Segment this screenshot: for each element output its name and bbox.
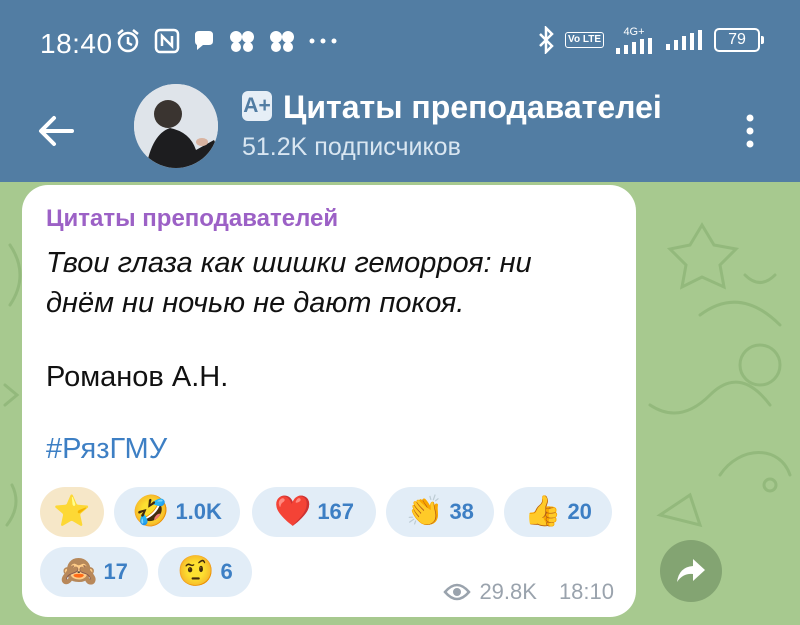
battery-indicator: 79 [714, 28, 764, 52]
eye-icon [443, 583, 472, 601]
see-no-evil-icon: 🙈 [60, 554, 98, 589]
channel-badge-icon: A+ [242, 91, 272, 121]
reaction-count: 38 [449, 499, 474, 524]
signal-icon-2 [666, 30, 702, 50]
thumbs-up-icon: 👍 [524, 494, 562, 529]
network-type-label: 4G+ [623, 25, 645, 38]
arrow-left-icon [39, 116, 74, 146]
channel-title[interactable]: Цитаты преподавателеі [283, 85, 705, 129]
back-button[interactable] [30, 105, 82, 157]
reaction-star[interactable]: ⭐ [40, 487, 104, 537]
heart-icon: ❤️ [273, 494, 312, 529]
more-notifications-icon [309, 38, 337, 44]
hashtag-link[interactable]: #РязГМУ [46, 433, 167, 466]
rofl-icon: 🤣 [132, 494, 170, 529]
chat-bubble-icon [195, 31, 213, 50]
message-author[interactable]: Цитаты преподавателей [46, 205, 338, 233]
status-time: 18:40 [40, 28, 113, 59]
subscriber-count: 51.2K подписчиков [242, 133, 461, 161]
message-meta: 29.8K 18:10 [443, 579, 614, 605]
reaction-clap[interactable]: 👏 38 [386, 487, 494, 537]
reaction-raised-eyebrow[interactable]: 🤨 6 [158, 547, 252, 597]
quote-line: днём ни ночью не дают покоя. [46, 287, 465, 319]
more-menu-button[interactable] [730, 105, 770, 157]
alarm-icon [117, 29, 139, 53]
share-arrow-icon [677, 559, 705, 582]
quote-signature: Романов А.Н. [46, 361, 229, 393]
star-icon: ⭐ [53, 494, 91, 529]
notification-icons [114, 27, 338, 55]
app-bubbles-icon-2 [270, 31, 294, 52]
reaction-count: 1.0K [175, 499, 222, 524]
kebab-menu-icon [746, 114, 754, 148]
reaction-count: 6 [220, 559, 233, 584]
reaction-count: 20 [567, 499, 592, 524]
chat-header: A+ Цитаты преподавателеі 51.2K подписчик… [0, 84, 800, 182]
nfc-icon [154, 28, 180, 54]
quote-line: Твои глаза как шишки геморроя: ни [46, 247, 532, 279]
raised-eyebrow-icon: 🤨 [177, 554, 215, 589]
message-text: Твои глаза как шишки геморроя: ни днём н… [46, 243, 616, 323]
reaction-heart[interactable]: ❤️ 167 [252, 487, 376, 537]
reaction-see-no-evil[interactable]: 🙈 17 [40, 547, 148, 597]
forward-button[interactable] [660, 540, 722, 602]
volte-icon: Vo LTE [565, 32, 604, 48]
signal-icon [616, 37, 652, 54]
reaction-thumbs-up[interactable]: 👍 20 [504, 487, 612, 537]
bluetooth-icon [539, 26, 554, 54]
message-bubble[interactable]: Цитаты преподавателей Твои глаза как шиш… [22, 185, 636, 617]
reaction-count: 17 [103, 559, 128, 584]
reaction-rofl[interactable]: 🤣 1.0K [114, 487, 240, 537]
channel-avatar[interactable] [134, 84, 218, 168]
view-count: 29.8K [479, 579, 537, 604]
reaction-count: 167 [317, 499, 355, 524]
message-time: 18:10 [558, 579, 614, 604]
status-bar: 18:40 Vo LTE 4G+ 79 [0, 0, 800, 85]
clap-icon: 👏 [406, 494, 444, 529]
system-icons: Vo LTE 4G+ 79 [537, 25, 764, 54]
avatar-photo [134, 84, 218, 168]
app-bubbles-icon [230, 31, 254, 52]
